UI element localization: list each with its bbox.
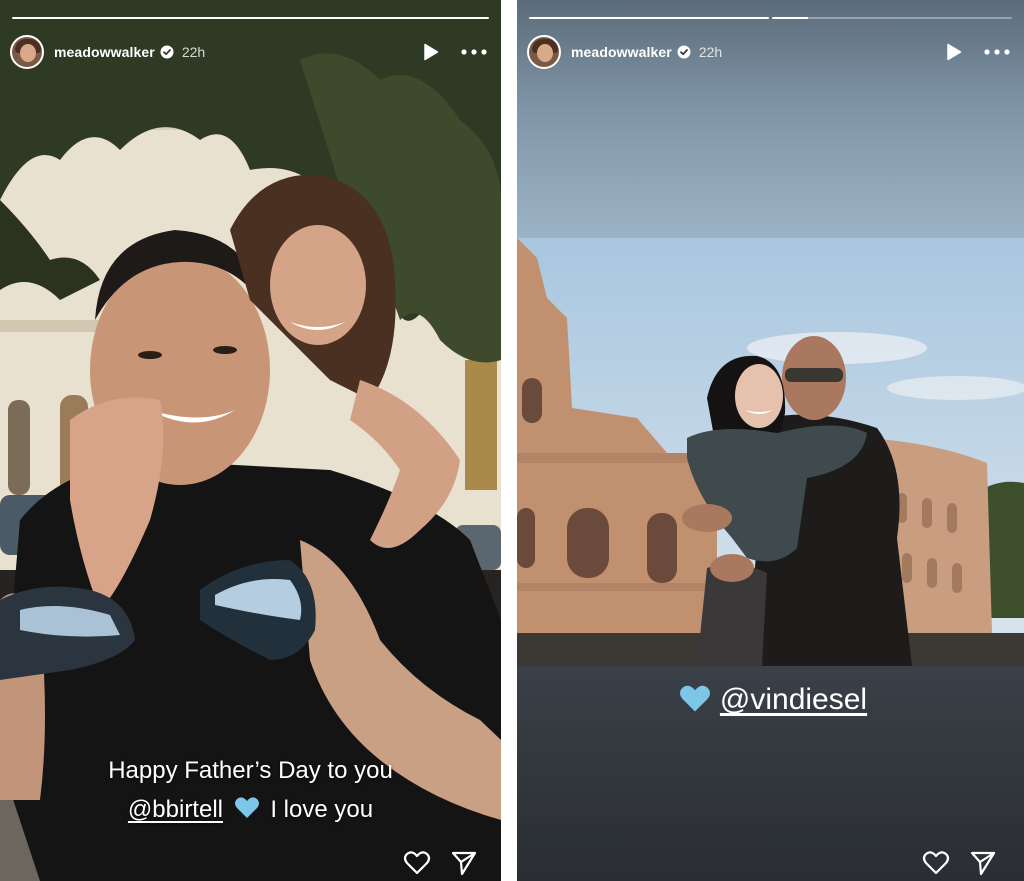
caption-suffix: I love you <box>270 796 374 823</box>
progress-segment <box>12 17 489 19</box>
heart-outline-icon[interactable] <box>403 850 431 876</box>
post-time: 22h <box>698 44 723 60</box>
caption-line-2: @bbirtell I love you <box>0 796 501 824</box>
username[interactable]: meadowwalker <box>571 44 672 60</box>
caption-line-1: Happy Father’s Day to you <box>108 757 393 784</box>
story-left[interactable]: meadowwalker 22h Happy Father’s Day to y… <box>0 0 501 881</box>
mention-link[interactable]: @bbirtell <box>128 796 223 823</box>
verified-badge-icon <box>160 45 174 59</box>
avatar-face <box>537 44 553 62</box>
avatar[interactable] <box>10 35 44 69</box>
verified-badge-icon <box>677 45 691 59</box>
progress-segment <box>772 17 1012 19</box>
play-icon[interactable] <box>946 43 962 61</box>
send-icon[interactable] <box>450 850 478 876</box>
post-time: 22h <box>181 44 206 60</box>
story-header: meadowwalker 22h <box>527 34 1010 70</box>
progress-fill <box>12 17 489 19</box>
story-right[interactable]: meadowwalker 22h @vindiesel <box>517 0 1024 881</box>
send-icon[interactable] <box>969 850 997 876</box>
more-options-icon[interactable] <box>461 49 487 55</box>
heart-outline-icon[interactable] <box>922 850 950 876</box>
father-daughter-photo <box>0 0 501 881</box>
avatar[interactable] <box>527 35 561 69</box>
avatar-face <box>20 44 36 62</box>
colosseum-photo <box>517 238 1024 666</box>
story-header: meadowwalker 22h <box>10 34 487 70</box>
light-blue-heart-icon <box>679 685 710 712</box>
more-options-icon[interactable] <box>984 49 1010 55</box>
mention-link[interactable]: @vindiesel <box>720 683 867 716</box>
light-blue-heart-icon <box>234 797 259 818</box>
mention-sticker[interactable]: @vindiesel <box>517 683 1024 717</box>
progress-fill <box>772 17 808 19</box>
play-icon[interactable] <box>423 43 439 61</box>
progress-fill <box>529 17 769 19</box>
story-progress <box>529 17 1012 19</box>
story-progress <box>12 17 489 19</box>
progress-segment <box>529 17 769 19</box>
username[interactable]: meadowwalker <box>54 44 155 60</box>
